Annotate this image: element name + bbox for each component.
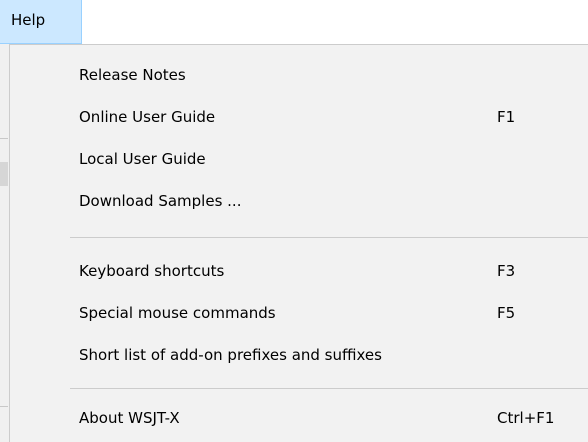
menu-item-label: About WSJT-X xyxy=(79,409,180,427)
menu-item-label: Local User Guide xyxy=(79,150,206,168)
menubar: Help xyxy=(0,0,588,44)
menu-item-label: Download Samples ... xyxy=(79,192,242,210)
background-divider xyxy=(0,406,8,407)
background-divider xyxy=(0,138,8,139)
background-control xyxy=(0,162,8,186)
menu-item-online-user-guide[interactable]: Online User Guide F1 xyxy=(10,96,588,138)
menu-item-shortcut: Ctrl+F1 xyxy=(497,409,555,427)
menu-item-download-samples[interactable]: Download Samples ... xyxy=(10,180,588,222)
menu-separator xyxy=(70,388,588,389)
menu-item-label: Online User Guide xyxy=(79,108,216,126)
menu-item-label: Short list of add-on prefixes and suffix… xyxy=(79,346,382,364)
menu-item-keyboard-shortcuts[interactable]: Keyboard shortcuts F3 xyxy=(10,250,588,292)
menu-help-label: Help xyxy=(11,11,46,29)
menu-item-label: Special mouse commands xyxy=(79,304,276,322)
app-window: Help Release Notes Online User Guide F1 … xyxy=(0,0,588,442)
menu-item-label: Keyboard shortcuts xyxy=(79,262,225,280)
menu-item-shortcut: F3 xyxy=(497,262,516,280)
menu-item-shortcut: F1 xyxy=(497,108,516,126)
menu-item-label: Release Notes xyxy=(79,66,186,84)
menu-item-about[interactable]: About WSJT-X Ctrl+F1 xyxy=(10,397,588,439)
menu-item-add-on-prefixes[interactable]: Short list of add-on prefixes and suffix… xyxy=(10,334,588,376)
window-background xyxy=(0,44,9,442)
menu-item-shortcut: F5 xyxy=(497,304,516,322)
menu-help[interactable]: Help xyxy=(0,0,82,44)
help-dropdown-menu: Release Notes Online User Guide F1 Local… xyxy=(9,44,588,442)
menu-item-local-user-guide[interactable]: Local User Guide xyxy=(10,138,588,180)
menu-item-release-notes[interactable]: Release Notes xyxy=(10,54,588,96)
menu-separator xyxy=(70,237,588,238)
menu-item-special-mouse-commands[interactable]: Special mouse commands F5 xyxy=(10,292,588,334)
